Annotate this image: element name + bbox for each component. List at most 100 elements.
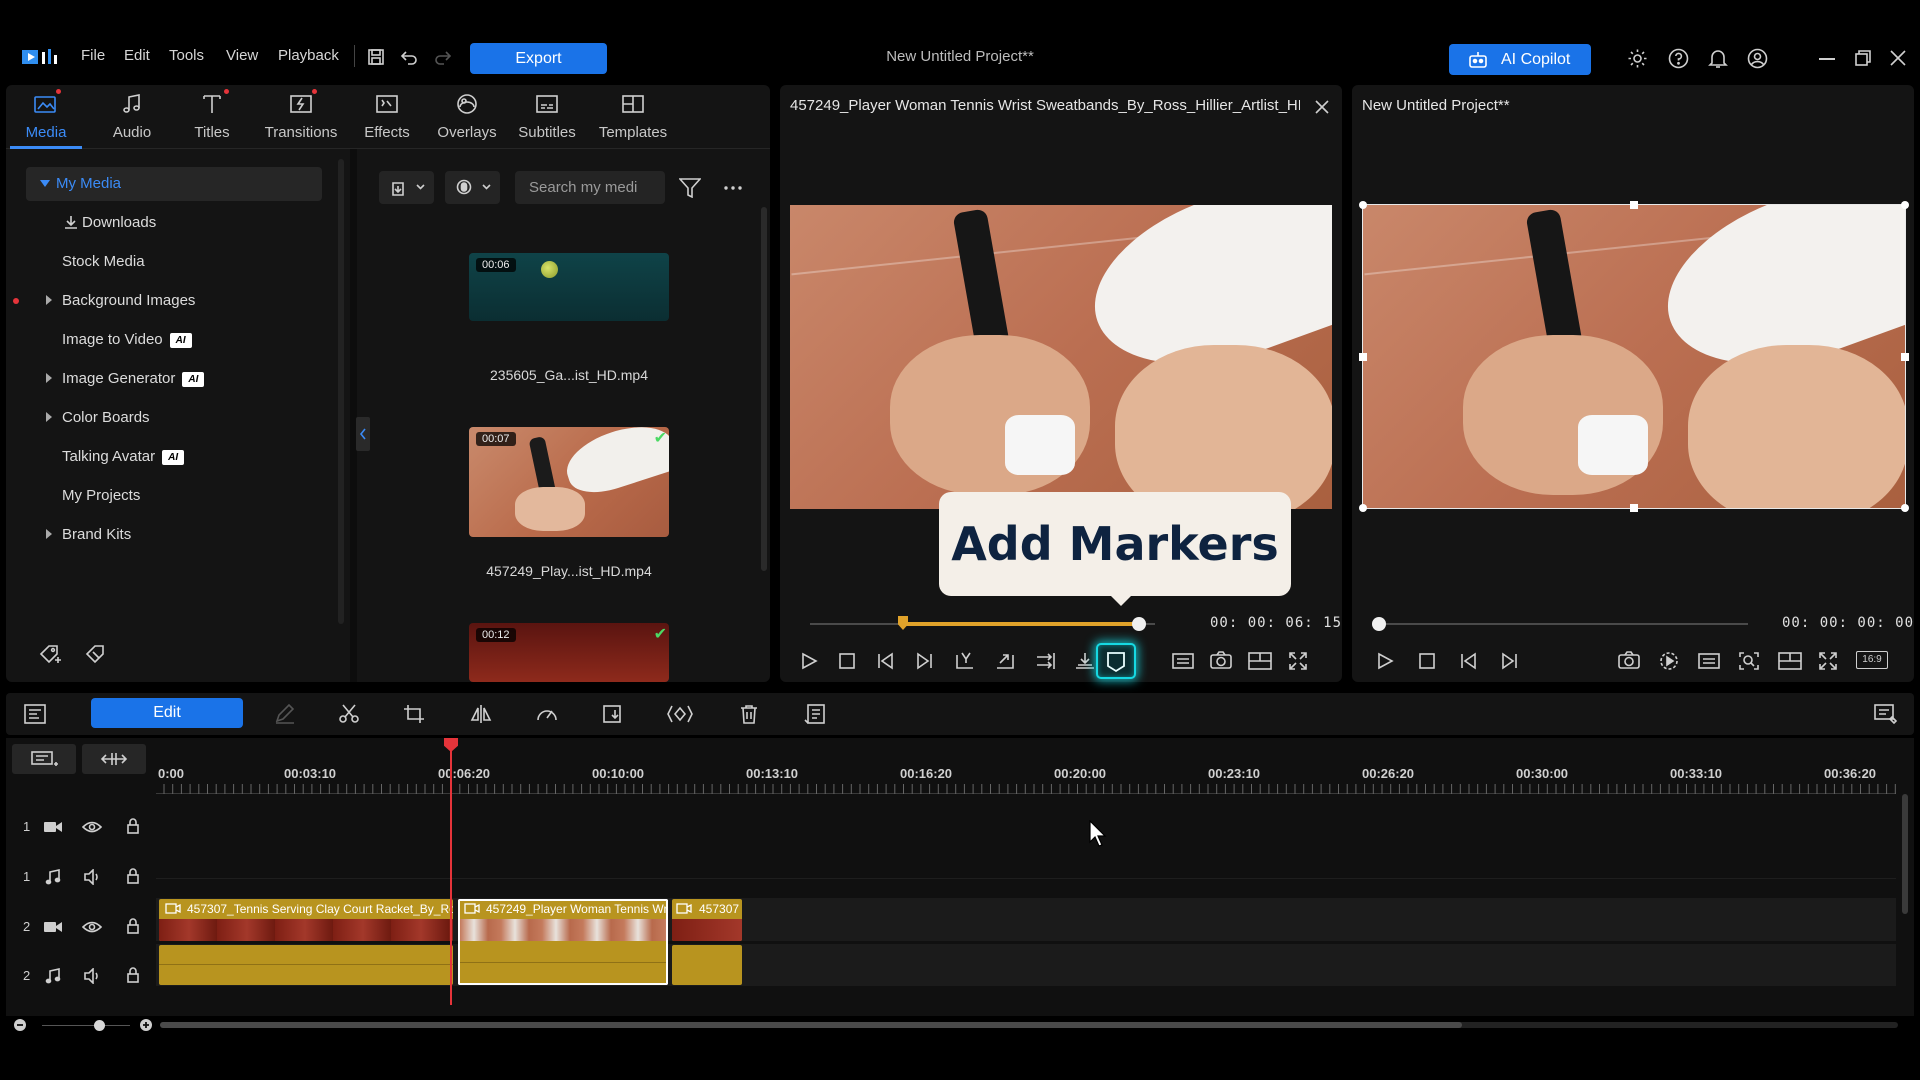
edit-button[interactable]: Edit bbox=[91, 698, 243, 728]
tree-item-my-media[interactable]: My Media bbox=[26, 167, 322, 201]
timeline-audio-clip[interactable] bbox=[159, 945, 453, 985]
timeline-view-icon[interactable] bbox=[24, 704, 46, 724]
tree-item-image-to-video[interactable]: Image to Video AI bbox=[26, 323, 326, 357]
filter-icon[interactable] bbox=[679, 178, 701, 198]
resize-handle[interactable] bbox=[1630, 201, 1638, 209]
crop-icon[interactable] bbox=[403, 704, 425, 724]
remove-tag-icon[interactable] bbox=[84, 642, 108, 664]
clip-video-frame[interactable] bbox=[790, 205, 1332, 509]
visibility-eye-icon[interactable] bbox=[82, 920, 102, 934]
stop-icon[interactable] bbox=[838, 652, 856, 670]
tab-titles[interactable]: Titles bbox=[172, 85, 252, 149]
volume-speaker-icon[interactable] bbox=[83, 869, 101, 885]
pen-icon[interactable] bbox=[274, 704, 296, 724]
timeline-video-clip[interactable]: 457307 bbox=[672, 899, 742, 941]
resize-handle[interactable] bbox=[1359, 201, 1367, 209]
media-thumbnail[interactable]: 00:06 bbox=[469, 253, 669, 321]
zoom-preview-icon[interactable] bbox=[1738, 651, 1760, 671]
menu-tools[interactable]: Tools bbox=[169, 47, 204, 64]
timeline-video-clip[interactable]: 457307_Tennis Serving Clay Court Racket_… bbox=[159, 899, 453, 941]
project-video-frame[interactable] bbox=[1362, 204, 1906, 509]
fit-timeline-button[interactable] bbox=[82, 744, 146, 774]
play-icon[interactable] bbox=[1376, 652, 1394, 670]
lock-icon[interactable] bbox=[126, 967, 140, 983]
tab-templates[interactable]: Templates bbox=[586, 85, 680, 149]
tree-item-color-boards[interactable]: Color Boards bbox=[26, 401, 326, 435]
flip-icon[interactable] bbox=[470, 704, 492, 724]
add-tag-icon[interactable] bbox=[38, 642, 62, 664]
zoom-out-icon[interactable] bbox=[13, 1018, 27, 1032]
delete-trash-icon[interactable] bbox=[739, 704, 759, 724]
fullscreen-icon[interactable] bbox=[1818, 651, 1838, 671]
tab-transitions[interactable]: Transitions bbox=[254, 85, 348, 149]
settings-icon[interactable] bbox=[1627, 48, 1648, 69]
safe-zone-icon[interactable] bbox=[1248, 651, 1272, 671]
resize-handle[interactable] bbox=[1901, 353, 1909, 361]
tab-media[interactable]: Media bbox=[6, 85, 86, 149]
zoom-slider-track[interactable] bbox=[42, 1025, 130, 1026]
timeline-audio-clip[interactable] bbox=[672, 945, 742, 985]
record-dropdown[interactable] bbox=[445, 171, 500, 204]
lock-icon[interactable] bbox=[126, 818, 140, 834]
lock-icon[interactable] bbox=[126, 918, 140, 934]
resize-handle[interactable] bbox=[1901, 504, 1909, 512]
media-thumbnail[interactable]: 00:07 ✔ bbox=[469, 427, 669, 537]
speed-icon[interactable] bbox=[536, 704, 558, 724]
save-icon[interactable] bbox=[367, 48, 385, 66]
keyframe-icon[interactable] bbox=[666, 704, 694, 724]
media-thumbnail[interactable]: 00:12 ✔ bbox=[469, 623, 669, 682]
audio-editing-icon[interactable] bbox=[602, 704, 624, 724]
next-frame-icon[interactable] bbox=[915, 652, 933, 670]
track-1-video-lane[interactable] bbox=[156, 808, 1896, 878]
tab-audio[interactable]: Audio bbox=[92, 85, 172, 149]
mark-in-handle[interactable] bbox=[898, 616, 908, 630]
zoom-slider-knob[interactable] bbox=[94, 1020, 105, 1031]
snapshot-camera-icon[interactable] bbox=[1210, 650, 1232, 670]
tree-item-stock-media[interactable]: Stock Media bbox=[26, 245, 326, 279]
export-button[interactable]: Export bbox=[470, 43, 607, 74]
customize-toolbar-icon[interactable] bbox=[1874, 704, 1898, 724]
undo-icon[interactable] bbox=[400, 48, 418, 66]
tree-item-downloads[interactable]: Downloads bbox=[26, 206, 326, 240]
close-icon[interactable] bbox=[1890, 50, 1906, 66]
import-media-dropdown[interactable] bbox=[379, 171, 434, 204]
menu-file[interactable]: File bbox=[81, 47, 105, 64]
zoom-in-icon[interactable] bbox=[139, 1018, 153, 1032]
menu-playback[interactable]: Playback bbox=[278, 47, 339, 64]
close-preview-icon[interactable] bbox=[1315, 100, 1329, 114]
project-playhead-knob[interactable] bbox=[1372, 617, 1386, 631]
tree-item-talking-avatar[interactable]: Talking Avatar AI bbox=[26, 440, 326, 474]
tree-item-image-generator[interactable]: Image Generator AI bbox=[26, 362, 326, 396]
lock-icon[interactable] bbox=[126, 868, 140, 884]
project-scrubber-track[interactable] bbox=[1380, 623, 1748, 625]
media-search-input[interactable]: Search my medi bbox=[515, 171, 665, 204]
tab-overlays[interactable]: Overlays bbox=[426, 85, 508, 149]
add-marker-button[interactable] bbox=[1096, 643, 1136, 679]
tab-effects[interactable]: Effects bbox=[348, 85, 426, 149]
insert-to-track-icon[interactable] bbox=[1035, 651, 1057, 671]
split-scissors-icon[interactable] bbox=[338, 704, 360, 724]
account-icon[interactable] bbox=[1747, 48, 1768, 69]
preview-quality-icon[interactable] bbox=[1658, 650, 1680, 672]
redo-icon[interactable] bbox=[434, 48, 452, 66]
tree-item-my-projects[interactable]: My Projects bbox=[26, 479, 326, 513]
subtitle-icon[interactable] bbox=[1172, 652, 1194, 670]
tree-item-brand-kits[interactable]: Brand Kits bbox=[26, 518, 326, 552]
timeline-ruler[interactable] bbox=[156, 782, 1896, 794]
timeline-audio-clip-selected[interactable] bbox=[458, 941, 668, 985]
play-icon[interactable] bbox=[800, 652, 818, 670]
safe-zone-icon[interactable] bbox=[1778, 651, 1802, 671]
timeline-video-clip-selected[interactable]: 457249_Player Woman Tennis Wri bbox=[458, 899, 668, 941]
resize-handle[interactable] bbox=[1359, 353, 1367, 361]
next-frame-icon[interactable] bbox=[1500, 652, 1518, 670]
minimize-icon[interactable] bbox=[1819, 58, 1835, 60]
fullscreen-icon[interactable] bbox=[1288, 651, 1308, 671]
clip-playhead-knob[interactable] bbox=[1132, 617, 1146, 631]
more-options-icon[interactable] bbox=[724, 186, 742, 190]
mark-in-icon[interactable] bbox=[954, 651, 976, 671]
resize-handle[interactable] bbox=[1630, 504, 1638, 512]
previous-frame-icon[interactable] bbox=[1460, 652, 1478, 670]
visibility-eye-icon[interactable] bbox=[82, 820, 102, 834]
timeline-vertical-scrollbar[interactable] bbox=[1902, 794, 1908, 914]
volume-speaker-icon[interactable] bbox=[83, 968, 101, 984]
